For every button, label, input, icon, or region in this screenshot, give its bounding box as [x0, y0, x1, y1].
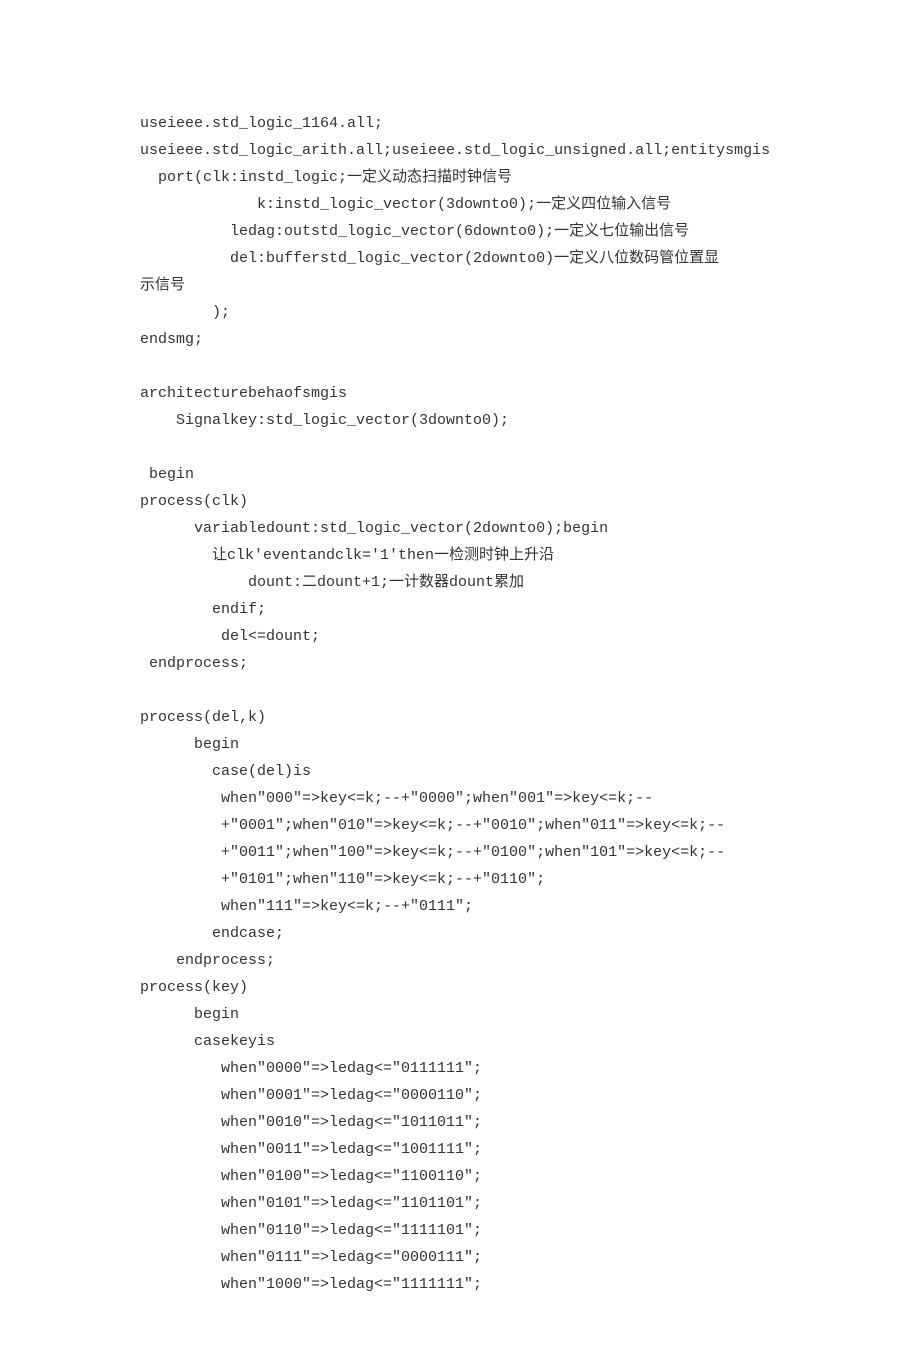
code-line: case(del)is [140, 758, 780, 785]
code-line: endprocess; [140, 650, 780, 677]
code-line: +"0011";when"100"=>key<=k;--+"0100";when… [140, 839, 780, 866]
code-line: when"0110"=>ledag<="1111101"; [140, 1217, 780, 1244]
code-line: when"0100"=>ledag<="1100110"; [140, 1163, 780, 1190]
code-line: port(clk:instd_logic;一定义动态扫描时钟信号 [140, 164, 780, 191]
code-block: useieee.std_logic_1164.all;useieee.std_l… [140, 110, 780, 1298]
code-line: +"0001";when"010"=>key<=k;--+"0010";when… [140, 812, 780, 839]
code-line: 示信号 [140, 272, 780, 299]
code-line: when"0001"=>ledag<="0000110"; [140, 1082, 780, 1109]
code-line: architecturebehaofsmgis [140, 380, 780, 407]
code-line: 让clk'eventandclk='1'then一检测时钟上升沿 [140, 542, 780, 569]
code-line: begin [140, 461, 780, 488]
code-line: endif; [140, 596, 780, 623]
code-line: del:bufferstd_logic_vector(2downto0)一定义八… [140, 245, 780, 272]
code-line: +"0101";when"110"=>key<=k;--+"0110"; [140, 866, 780, 893]
code-line: endprocess; [140, 947, 780, 974]
code-line: ); [140, 299, 780, 326]
code-line: endsmg; [140, 326, 780, 353]
code-line: process(del,k) [140, 704, 780, 731]
code-line: when"0101"=>ledag<="1101101"; [140, 1190, 780, 1217]
code-line: Signalkey:std_logic_vector(3downto0); [140, 407, 780, 434]
code-line: endcase; [140, 920, 780, 947]
code-line: process(clk) [140, 488, 780, 515]
code-line [140, 434, 780, 461]
code-line: process(key) [140, 974, 780, 1001]
document-page: useieee.std_logic_1164.all;useieee.std_l… [0, 0, 920, 1358]
code-line: useieee.std_logic_1164.all; [140, 110, 780, 137]
code-line: del<=dount; [140, 623, 780, 650]
code-line: when"0000"=>ledag<="0111111"; [140, 1055, 780, 1082]
code-line: when"1000"=>ledag<="1111111"; [140, 1271, 780, 1298]
code-line: when"0111"=>ledag<="0000111"; [140, 1244, 780, 1271]
code-line: variabledount:std_logic_vector(2downto0)… [140, 515, 780, 542]
code-line: casekeyis [140, 1028, 780, 1055]
code-line [140, 353, 780, 380]
code-line: when"111"=>key<=k;--+"0111"; [140, 893, 780, 920]
code-line: dount:二dount+1;一计数器dount累加 [140, 569, 780, 596]
code-line: when"000"=>key<=k;--+"0000";when"001"=>k… [140, 785, 780, 812]
code-line: when"0011"=>ledag<="1001111"; [140, 1136, 780, 1163]
code-line: k:instd_logic_vector(3downto0);一定义四位输入信号 [140, 191, 780, 218]
code-line: useieee.std_logic_arith.all;useieee.std_… [140, 137, 780, 164]
code-line [140, 677, 780, 704]
code-line: when"0010"=>ledag<="1011011"; [140, 1109, 780, 1136]
code-line: begin [140, 731, 780, 758]
code-line: ledag:outstd_logic_vector(6downto0);一定义七… [140, 218, 780, 245]
code-line: begin [140, 1001, 780, 1028]
